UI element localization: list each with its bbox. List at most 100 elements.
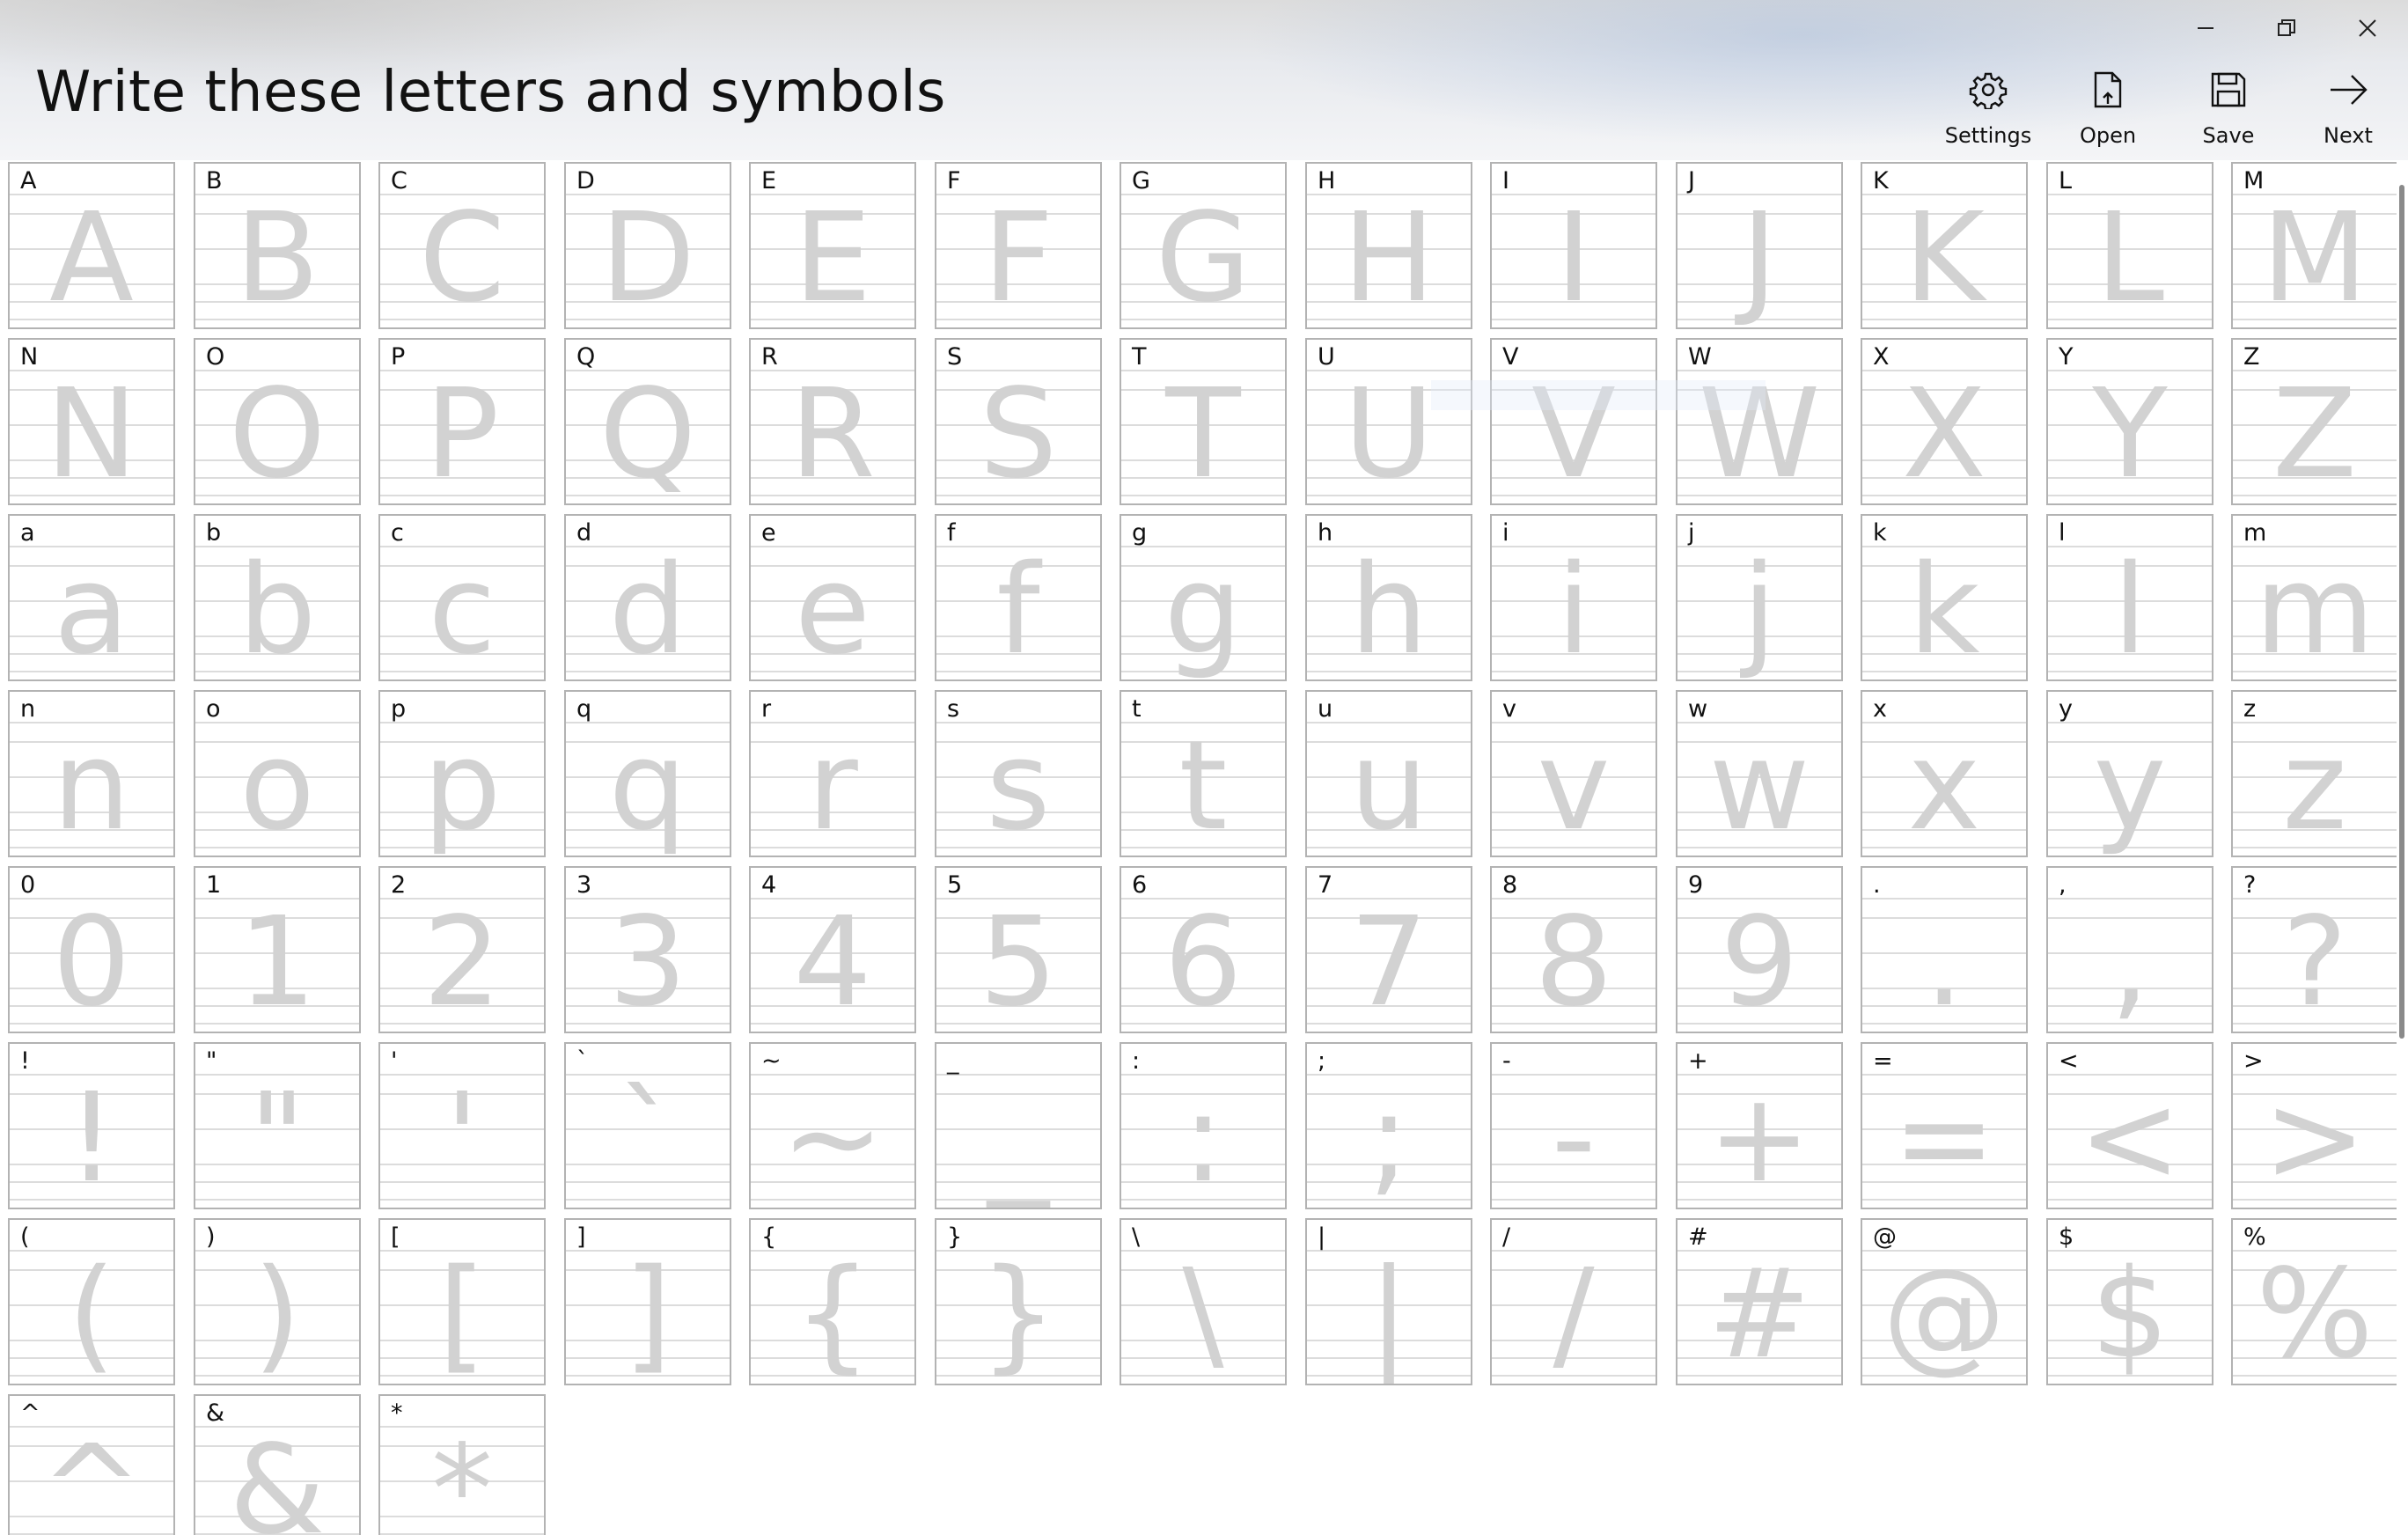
character-cell[interactable]: EE [749,162,916,329]
character-cell[interactable]: HH [1305,162,1472,329]
character-cell[interactable]: UU [1305,338,1472,505]
character-cell[interactable]: VV [1490,338,1657,505]
character-cell[interactable]: II [1490,162,1657,329]
character-cell[interactable]: GG [1120,162,1287,329]
character-cell[interactable]: < < [2046,1042,2213,1209]
character-cell[interactable]: ?? [2231,866,2397,1033]
character-cell[interactable]: YY [2046,338,2213,505]
character-cell[interactable]: :: [1120,1042,1287,1209]
character-cell[interactable]: JJ [1676,162,1843,329]
character-cell[interactable]: cc [378,514,546,681]
open-button[interactable]: Open [2051,69,2165,157]
character-cell[interactable]: ]] [564,1218,731,1385]
character-cell[interactable]: pp [378,690,546,857]
character-cell[interactable]: qq [564,690,731,857]
character-cell[interactable]: ` ` [564,1042,731,1209]
character-cell[interactable]: 33 [564,866,731,1033]
character-cell[interactable]: \ \ [1120,1218,1287,1385]
character-cell[interactable]: rr [749,690,916,857]
character-cell[interactable]: ' ' [378,1042,546,1209]
character-cell[interactable]: kk [1861,514,2028,681]
character-cell[interactable]: {{ [749,1218,916,1385]
character-cell[interactable]: ~ ~ [749,1042,916,1209]
character-cell[interactable]: 22 [378,866,546,1033]
character-cell[interactable]: _ _ [935,1042,1102,1209]
settings-button[interactable]: Settings [1931,69,2045,157]
character-cell[interactable]: ll [2046,514,2213,681]
character-cell[interactable]: NN [8,338,175,505]
character-cell[interactable]: BB [194,162,361,329]
character-cell[interactable]: dd [564,514,731,681]
character-cell[interactable]: * * [378,1394,546,1535]
character-cell[interactable]: 88 [1490,866,1657,1033]
character-cell[interactable]: oo [194,690,361,857]
character-cell[interactable]: )) [194,1218,361,1385]
character-cell[interactable]: 55 [935,866,1102,1033]
character-cell[interactable]: & & [194,1394,361,1535]
character-cell[interactable]: %% [2231,1218,2397,1385]
character-cell[interactable]: aa [8,514,175,681]
character-cell[interactable]: .. [1861,866,2028,1033]
character-cell[interactable]: KK [1861,162,2028,329]
character-cell[interactable]: RR [749,338,916,505]
character-cell[interactable]: " " [194,1042,361,1209]
character-cell[interactable]: -- [1490,1042,1657,1209]
character-cell[interactable]: OO [194,338,361,505]
character-cell[interactable]: tt [1120,690,1287,857]
character-cell[interactable]: vv [1490,690,1657,857]
character-cell[interactable]: ZZ [2231,338,2397,505]
next-button[interactable]: Next [2291,69,2405,157]
character-cell[interactable]: (( [8,1218,175,1385]
character-cell[interactable]: # # [1676,1218,1843,1385]
save-button[interactable]: Save [2171,69,2286,157]
character-cell[interactable]: 66 [1120,866,1287,1033]
character-cell[interactable]: nn [8,690,175,857]
character-cell[interactable]: 77 [1305,866,1472,1033]
character-cell[interactable]: ,, [2046,866,2213,1033]
character-cell[interactable]: ii [1490,514,1657,681]
character-cell[interactable]: TT [1120,338,1287,505]
character-cell[interactable]: !! [8,1042,175,1209]
close-button[interactable] [2327,0,2408,56]
character-cell[interactable]: ww [1676,690,1843,857]
character-cell[interactable]: $ $ [2046,1218,2213,1385]
character-cell[interactable]: ;; [1305,1042,1472,1209]
character-cell[interactable]: / / [1490,1218,1657,1385]
character-cell[interactable]: 11 [194,866,361,1033]
character-cell[interactable]: XX [1861,338,2028,505]
character-cell[interactable]: yy [2046,690,2213,857]
character-cell[interactable]: = = [1861,1042,2028,1209]
character-cell[interactable]: ss [935,690,1102,857]
character-cell[interactable]: ee [749,514,916,681]
character-cell[interactable]: FF [935,162,1102,329]
character-cell[interactable]: CC [378,162,546,329]
character-cell[interactable]: QQ [564,338,731,505]
character-cell[interactable]: [[ [378,1218,546,1385]
character-cell[interactable]: xx [1861,690,2028,857]
character-cell[interactable]: jj [1676,514,1843,681]
minimize-button[interactable] [2165,0,2246,56]
vertical-scrollbar[interactable] [2399,185,2404,1039]
character-cell[interactable]: uu [1305,690,1472,857]
character-cell[interactable]: 00 [8,866,175,1033]
character-cell[interactable]: zz [2231,690,2397,857]
character-cell[interactable]: @ @ [1861,1218,2028,1385]
character-cell[interactable]: + + [1676,1042,1843,1209]
character-cell[interactable]: ff [935,514,1102,681]
character-cell[interactable]: ^ ^ [8,1394,175,1535]
character-cell[interactable]: SS [935,338,1102,505]
character-cell[interactable]: mm [2231,514,2397,681]
character-cell[interactable]: hh [1305,514,1472,681]
character-cell[interactable]: AA [8,162,175,329]
character-cell[interactable]: gg [1120,514,1287,681]
restore-button[interactable] [2246,0,2327,56]
character-cell[interactable]: 99 [1676,866,1843,1033]
character-cell[interactable]: 44 [749,866,916,1033]
character-cell[interactable]: > > [2231,1042,2397,1209]
character-cell[interactable]: | | [1305,1218,1472,1385]
character-cell[interactable]: LL [2046,162,2213,329]
character-cell[interactable]: WW [1676,338,1843,505]
character-cell[interactable]: MM [2231,162,2397,329]
character-cell[interactable]: DD [564,162,731,329]
character-cell[interactable]: PP [378,338,546,505]
